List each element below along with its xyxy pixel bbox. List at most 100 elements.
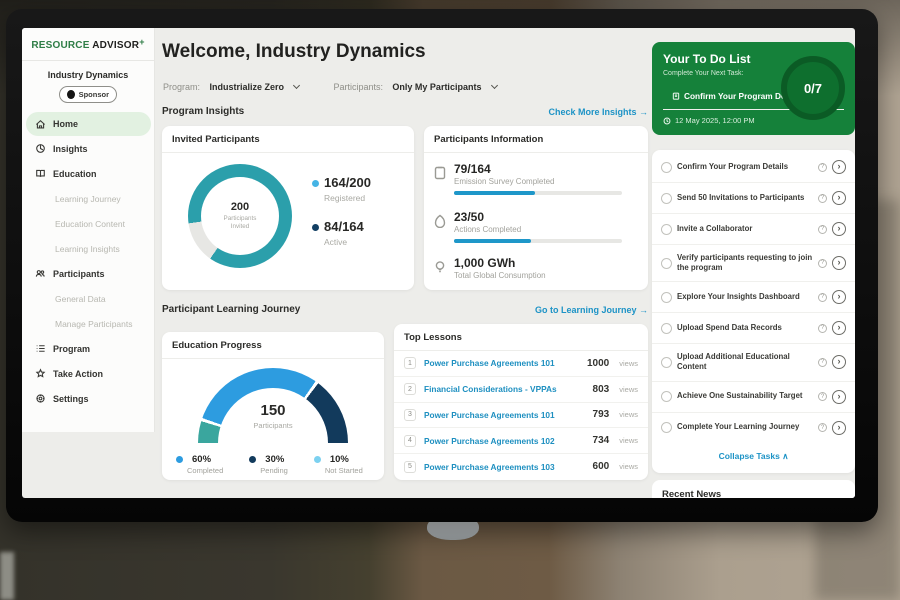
task-row-send-invitations[interactable]: Send 50 Invitations to Participants ? › [652, 183, 855, 214]
todo-task-list-card: Confirm Your Program Details ? › Send 50… [652, 150, 855, 473]
clipboard-icon [672, 92, 680, 100]
task-label: Achieve One Sustainability Target [677, 391, 813, 401]
info-icon[interactable]: ? [818, 358, 827, 367]
progress-bar [454, 239, 622, 243]
filters-row: Program: Industrialize Zero Participants… [163, 77, 497, 95]
chevron-right-button[interactable]: › [832, 355, 846, 369]
sidebar-item-settings[interactable]: Settings [22, 386, 155, 411]
sidebar-item-learning-journey[interactable]: Learning Journey [22, 186, 155, 211]
stat-value: 23/50 [454, 210, 622, 224]
legend-dot-active [312, 224, 319, 231]
lesson-rank: 3 [404, 409, 416, 421]
task-row-upload-educational-content[interactable]: Upload Additional Educational Content ? … [652, 344, 855, 381]
consumption-icon [434, 260, 446, 274]
sidebar-item-insights[interactable]: Insights [22, 136, 155, 161]
lesson-row[interactable]: 4 Power Purchase Agreements 102 734 view… [394, 428, 648, 454]
info-icon[interactable]: ? [818, 194, 827, 203]
stat-label: Emission Survey Completed [454, 177, 622, 186]
participants-filter-value[interactable]: Only My Participants [392, 82, 481, 92]
lesson-title-link[interactable]: Financial Considerations - VPPAs [424, 384, 585, 394]
task-row-achieve-target[interactable]: Achieve One Sustainability Target ? › [652, 382, 855, 413]
sidebar-item-participants[interactable]: Participants [22, 261, 155, 286]
task-checkbox[interactable] [661, 391, 672, 402]
clock-icon [663, 117, 671, 125]
go-to-learning-journey-link[interactable]: Go to Learning Journey → [535, 305, 648, 315]
sidebar-item-label: General Data [55, 294, 106, 304]
insights-icon [35, 143, 46, 154]
sidebar-item-label: Education Content [55, 219, 125, 229]
sidebar-item-program[interactable]: Program [22, 336, 155, 361]
sidebar-item-take-action[interactable]: Take Action [22, 361, 155, 386]
participants-information-card: Participants Information 79/164 Emission… [424, 126, 648, 290]
program-filter-label: Program: [163, 82, 200, 92]
sidebar-item-general-data[interactable]: General Data [22, 286, 155, 311]
lesson-title-link[interactable]: Power Purchase Agreements 103 [424, 462, 585, 472]
todo-progress-ring: 0/7 [781, 56, 845, 120]
sidebar-item-label: Insights [53, 144, 88, 154]
lesson-views: 1000 [587, 358, 609, 369]
task-label: Confirm Your Program Details [677, 162, 813, 172]
gauge-legend: 60% Completed 30% Pending 10% Not Starte… [176, 454, 363, 475]
sidebar-item-home[interactable]: Home [26, 112, 151, 136]
sidebar-item-manage-participants[interactable]: Manage Participants [22, 311, 155, 336]
lesson-views: 600 [593, 461, 610, 472]
chevron-right-button[interactable]: › [832, 160, 846, 174]
chevron-right-button[interactable]: › [832, 256, 846, 270]
todo-progress-value: 0/7 [804, 81, 822, 96]
actions-icon [434, 214, 446, 228]
task-checkbox[interactable] [661, 258, 672, 269]
home-icon [35, 119, 46, 130]
task-checkbox[interactable] [661, 193, 672, 204]
chevron-right-button[interactable]: › [832, 222, 846, 236]
info-icon[interactable]: ? [818, 259, 827, 268]
lesson-row[interactable]: 3 Power Purchase Agreements 101 793 view… [394, 403, 648, 429]
chevron-right-button[interactable]: › [832, 390, 846, 404]
sponsor-badge[interactable]: Sponsor [59, 86, 117, 103]
collapse-tasks-link[interactable]: Collapse Tasks ∧ [652, 443, 855, 468]
logo-advisor: ADVISOR [92, 40, 139, 51]
participants-filter[interactable]: Participants: Only My Participants [333, 77, 496, 95]
task-row-upload-spend-data[interactable]: Upload Spend Data Records ? › [652, 313, 855, 344]
task-row-invite-collaborator[interactable]: Invite a Collaborator ? › [652, 214, 855, 245]
lesson-title-link[interactable]: Power Purchase Agreements 102 [424, 436, 585, 446]
info-icon[interactable]: ? [818, 225, 827, 234]
lesson-views: 803 [593, 384, 610, 395]
todo-datetime-label: 12 May 2025, 12:00 PM [675, 116, 755, 125]
logo-plus: + [139, 37, 144, 47]
program-filter-value[interactable]: Industrialize Zero [209, 82, 284, 92]
task-row-explore-insights[interactable]: Explore Your Insights Dashboard ? › [652, 282, 855, 313]
task-row-complete-learning-journey[interactable]: Complete Your Learning Journey ? › [652, 413, 855, 443]
task-checkbox[interactable] [661, 224, 672, 235]
chevron-down-icon [293, 82, 300, 89]
task-checkbox[interactable] [661, 357, 672, 368]
info-icon[interactable]: ? [818, 392, 827, 401]
task-checkbox[interactable] [661, 422, 672, 433]
task-checkbox[interactable] [661, 162, 672, 173]
chevron-right-button[interactable]: › [832, 421, 846, 435]
chevron-right-button[interactable]: › [832, 191, 846, 205]
task-checkbox[interactable] [661, 292, 672, 303]
task-row-confirm-program[interactable]: Confirm Your Program Details ? › [652, 152, 855, 183]
chevron-right-button[interactable]: › [832, 321, 846, 335]
task-checkbox[interactable] [661, 323, 672, 334]
info-icon[interactable]: ? [818, 293, 827, 302]
sidebar-item-education[interactable]: Education [22, 161, 155, 186]
info-icon[interactable]: ? [818, 163, 827, 172]
arrow-right-icon: → [639, 107, 648, 117]
task-row-verify-participants[interactable]: Verify participants requesting to join t… [652, 245, 855, 282]
legend-pct: 10% [330, 454, 349, 465]
lesson-row[interactable]: 2 Financial Considerations - VPPAs 803 v… [394, 377, 648, 403]
check-more-insights-link[interactable]: Check More Insights → [548, 107, 648, 117]
info-icon[interactable]: ? [818, 324, 827, 333]
program-filter[interactable]: Program: Industrialize Zero [163, 77, 299, 95]
lesson-title-link[interactable]: Power Purchase Agreements 101 [424, 358, 579, 368]
lesson-row[interactable]: 1 Power Purchase Agreements 101 1000 vie… [394, 351, 648, 377]
chevron-right-button[interactable]: › [832, 290, 846, 304]
section-title: Program Insights [162, 106, 244, 117]
sidebar-item-learning-insights[interactable]: Learning Insights [22, 236, 155, 261]
lesson-row[interactable]: 5 Power Purchase Agreements 103 600 view… [394, 454, 648, 479]
sidebar-item-education-content[interactable]: Education Content [22, 211, 155, 236]
info-icon[interactable]: ? [818, 423, 827, 432]
lesson-title-link[interactable]: Power Purchase Agreements 101 [424, 410, 585, 420]
lessons-list: 1 Power Purchase Agreements 101 1000 vie… [394, 351, 648, 479]
